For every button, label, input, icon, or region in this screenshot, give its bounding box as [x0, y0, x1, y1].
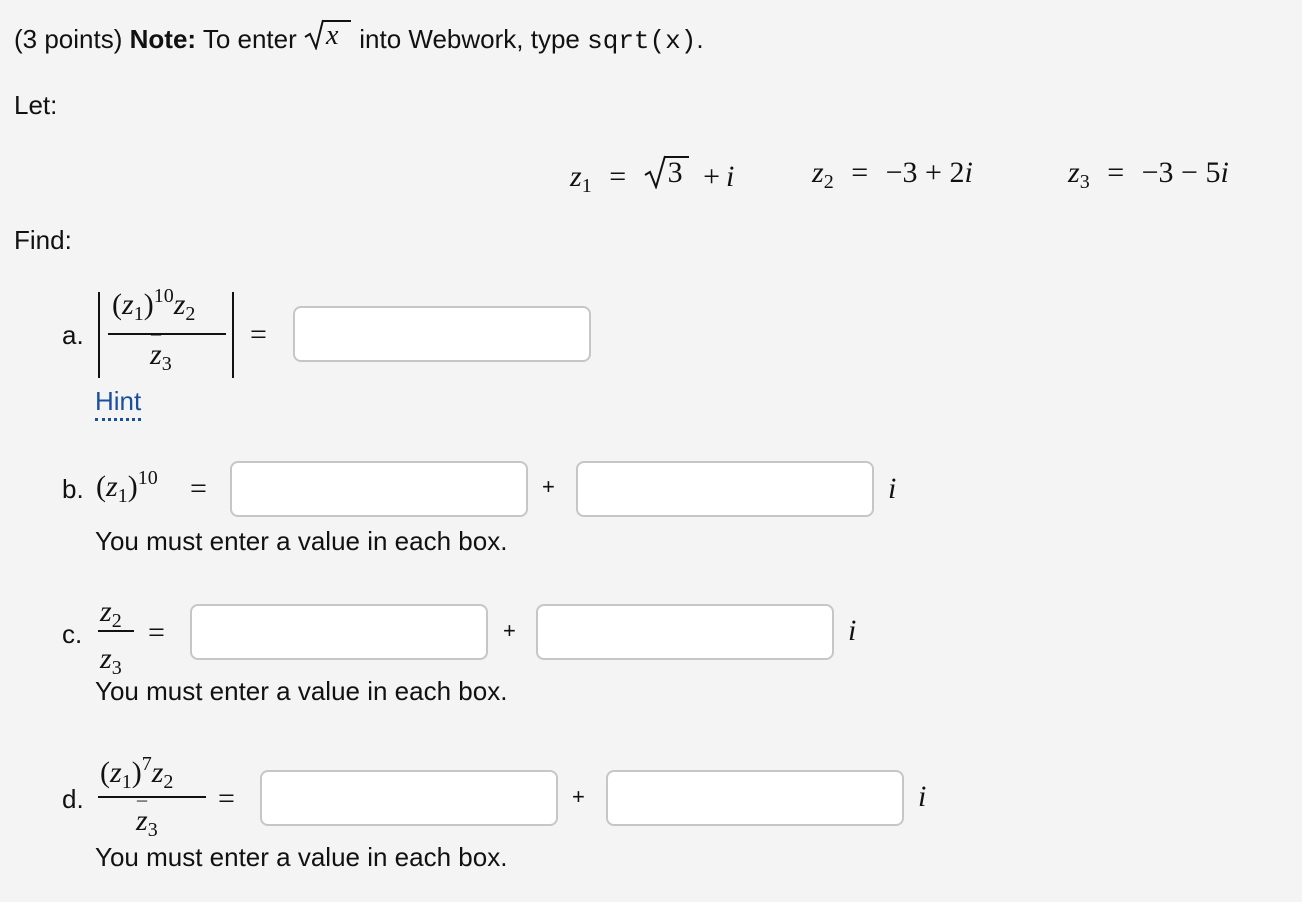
z2-definition: z2 = −3 + 2i: [812, 156, 973, 193]
note-label: Note:: [129, 24, 197, 54]
part-b-note: You must enter a value in each box.: [95, 526, 508, 556]
part-a-hint-link[interactable]: Hint: [95, 386, 142, 421]
part-a-numerator: (z1)10z2: [112, 285, 196, 325]
problem-header: (3 points) Note: To enter x into Webwork…: [14, 19, 704, 56]
part-b-real-input[interactable]: [230, 461, 528, 517]
part-b-i-unit: i: [888, 472, 897, 505]
let-label: Let:: [14, 90, 58, 120]
part-d-real-input[interactable]: [260, 770, 558, 826]
z1-definition: z1 = 3 + i: [570, 155, 735, 197]
radical-sign-icon: [304, 19, 324, 50]
note-text-2: into Webwork, type: [359, 24, 580, 54]
find-label: Find:: [14, 225, 72, 255]
part-c-note: You must enter a value in each box.: [95, 676, 508, 706]
part-b-plus: +: [542, 474, 555, 499]
part-b-label: b.: [62, 474, 84, 504]
part-c-i-unit: i: [848, 614, 857, 647]
radical-sign-icon: [644, 155, 666, 189]
part-c-plus: +: [503, 618, 516, 643]
part-c-real-input[interactable]: [190, 604, 488, 660]
part-c-imag-input[interactable]: [536, 604, 834, 660]
part-a-answer-input[interactable]: [293, 306, 591, 362]
note-text: To enter: [202, 24, 297, 54]
part-b-imag-input[interactable]: [576, 461, 874, 517]
part-a-equals: =: [250, 318, 267, 351]
part-d-imag-input[interactable]: [606, 770, 904, 826]
part-d-i-unit: i: [918, 780, 927, 813]
part-b-equals: =: [190, 472, 207, 505]
part-b-expression: (z1)10: [96, 467, 158, 507]
sqrt-x-symbol: x: [304, 19, 352, 50]
z3-definition: z3 = −3 − 5i: [1068, 156, 1229, 193]
part-d-equals: =: [218, 782, 235, 815]
points-label: (3 points): [14, 24, 123, 54]
part-c-label: c.: [62, 619, 83, 649]
part-a-denominator: z ¯ 3: [150, 333, 172, 375]
part-d-plus: +: [572, 784, 585, 809]
part-d-note: You must enter a value in each box.: [95, 842, 508, 872]
part-a-label: a.: [62, 320, 84, 350]
part-c-equals: =: [148, 616, 165, 649]
sqrt-code: sqrt(x): [587, 26, 697, 56]
part-d-label: d.: [62, 784, 84, 814]
